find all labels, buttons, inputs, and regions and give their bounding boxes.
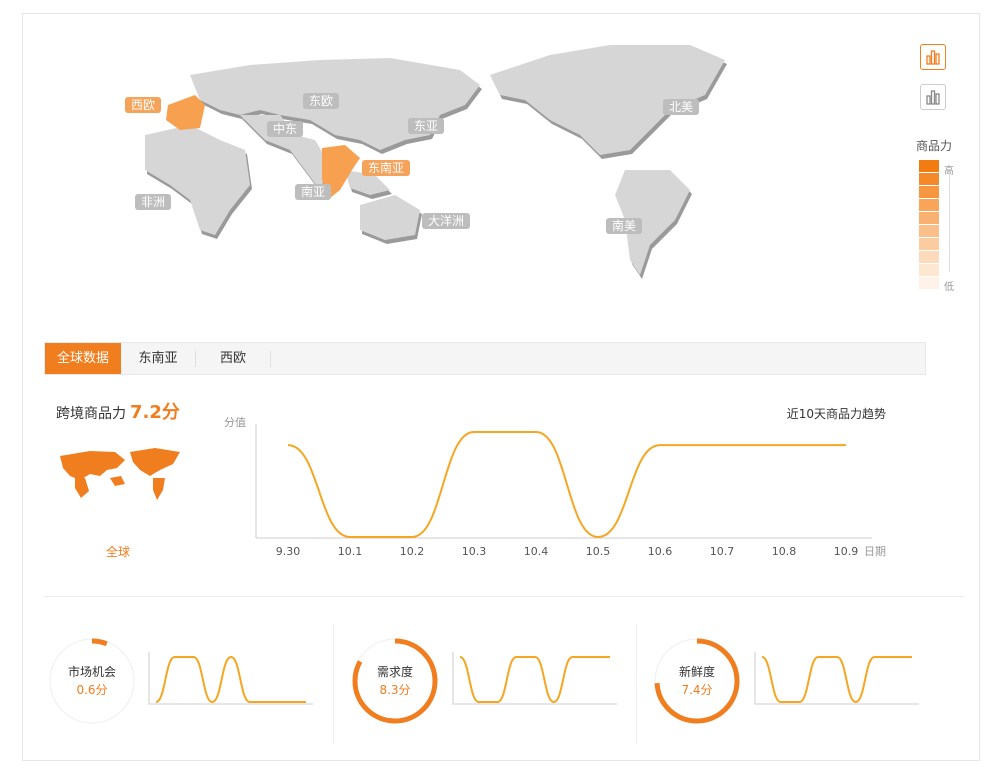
metric-sparkline [148, 652, 313, 705]
spark-axis [452, 652, 617, 705]
score-value: 7.2分 [130, 402, 180, 423]
legend-step [919, 251, 939, 263]
spark-axis [754, 652, 919, 705]
score-label: 跨境商品力 [56, 406, 126, 422]
spark-line [459, 656, 610, 704]
legend-title: 商品力 [916, 139, 953, 153]
region-tag[interactable]: 北美 [663, 99, 700, 115]
region-tag[interactable]: 东亚 [408, 118, 445, 134]
x-tick-label: 10.6 [648, 545, 673, 558]
legend-step [919, 186, 939, 198]
metric-label: 需求度 [376, 665, 413, 679]
x-tick-label: 10.1 [338, 545, 363, 558]
legend-step [919, 238, 939, 250]
spark-line [761, 656, 912, 704]
metric-gauge: 市场机会 0.6分 [46, 635, 138, 727]
tab-divider [270, 351, 271, 367]
africa-shape [145, 125, 250, 235]
region-tag[interactable]: 东欧 [303, 93, 340, 109]
tab-southeast-asia[interactable]: 东南亚 [121, 343, 195, 374]
legend-rule [949, 172, 950, 272]
y-axis-label: 分值 [224, 416, 246, 429]
legend-color-scale [919, 160, 939, 289]
region-tag[interactable]: 大洋洲 [422, 213, 471, 229]
metric-divider [333, 624, 334, 744]
score-title: 跨境商品力 7.2分 [56, 398, 180, 424]
series-line [287, 431, 846, 539]
legend-step [919, 225, 939, 237]
spark-line [155, 655, 306, 704]
section-divider [44, 596, 964, 597]
region-tag[interactable]: 西欧 [125, 97, 162, 113]
metric-gauge: 需求度 8.3分 [349, 635, 441, 727]
mini-world-map [60, 448, 180, 500]
legend-step [919, 212, 939, 224]
x-tick-label: 10.5 [586, 545, 611, 558]
x-tick-label: 10.2 [400, 545, 425, 558]
legend-step [919, 199, 939, 211]
region-tag[interactable]: 南美 [606, 218, 643, 234]
region-tag[interactable]: 中东 [267, 121, 304, 137]
metric-label: 市场机会 [67, 665, 116, 679]
metric-gauge: 新鲜度 7.4分 [651, 635, 743, 727]
metric-value: 0.6分 [76, 683, 108, 697]
legend-step [919, 277, 939, 289]
metric-divider [636, 624, 637, 744]
legend-step [919, 173, 939, 185]
bar-chart-icon [926, 50, 940, 65]
metric-value: 7.4分 [681, 683, 713, 697]
x-tick-label: 10.9 [834, 545, 859, 558]
spark-axis [148, 652, 313, 705]
legend-step [919, 160, 939, 172]
x-tick-label: 10.3 [462, 545, 487, 558]
global-label: 全球 [106, 545, 131, 559]
metric-sparkline [754, 652, 919, 705]
legend-step [919, 264, 939, 276]
x-axis-label: 日期 [864, 545, 886, 558]
region-tag[interactable]: 东南亚 [362, 160, 411, 176]
western-europe-hot [166, 95, 205, 130]
chart-toggle-button-active[interactable] [920, 44, 946, 70]
region-tag[interactable]: 非洲 [135, 194, 172, 210]
australia-shape [360, 195, 420, 240]
x-tick-label: 10.4 [524, 545, 549, 558]
trend-line-chart: 分值日期 9.30 10.1 10.2 10.3 10.4 10.5 10.6 10.7 10.8… [224, 416, 886, 558]
region-tabs: 全球数据 东南亚 西欧 [44, 342, 926, 375]
region-tag[interactable]: 南亚 [295, 184, 332, 200]
x-tick-label: 10.7 [710, 545, 735, 558]
tab-global[interactable]: 全球数据 [45, 343, 121, 374]
chart-toggle-button[interactable] [920, 84, 946, 110]
x-tick-label: 10.8 [772, 545, 797, 558]
metric-sparkline [452, 652, 617, 705]
world-map[interactable] [130, 40, 740, 280]
bar-chart-outline-icon [926, 90, 940, 105]
metric-value: 8.3分 [379, 683, 411, 697]
x-tick-label: 9.30 [276, 545, 301, 558]
legend-low-label: 低 [944, 282, 954, 293]
metric-label: 新鲜度 [678, 665, 715, 679]
tab-western-europe[interactable]: 西欧 [196, 343, 270, 374]
